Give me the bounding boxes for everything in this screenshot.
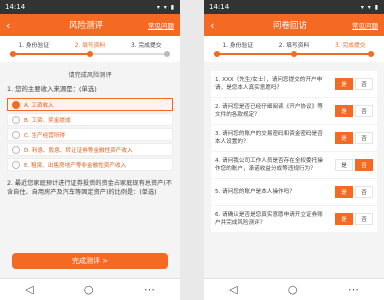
yes-button[interactable]: 是 (335, 105, 353, 117)
home-nav-icon[interactable]: ○ (288, 283, 298, 296)
page-title: 风险测评 (68, 21, 103, 31)
yes-button[interactable]: 是 (335, 213, 353, 225)
risk-assessment-content: 请完成风险测评 1. 您的主要收入来源是：(单选) A. 工资收入 B. 工资、… (0, 62, 180, 203)
back-arrow-icon[interactable]: ‹ (6, 19, 24, 32)
no-button[interactable]: 否 (355, 132, 373, 144)
radio-icon (12, 115, 20, 124)
step-1-dot (10, 51, 16, 57)
step-indicator: 1. 身份验证 2. 填写资料 3. 完成提交 (204, 36, 384, 62)
title-bar: ‹ 风险测评 常见问题 (0, 14, 180, 36)
radio-icon (12, 100, 20, 109)
faq-link[interactable]: 常见问题 (148, 20, 174, 30)
question-2: 2. 最近您家庭预计进行证券投资的资金占家庭现有总资产(不含自住、自用房产及汽车… (7, 180, 172, 196)
progress-fill (10, 53, 90, 55)
question-row-6: 6. 请确认是否是您真实意愿申请开立证券账户并完成风险测评？ 是 否 (211, 206, 377, 232)
question-row-4: 4. 请问我公司工作人员是否存在全权委托操作您的账户，承诺收益分成等违规行为？ … (211, 152, 377, 178)
question-text: 3. 请问您的账户的交易密码和资金密码是否本人设置的？ (215, 131, 323, 145)
questionnaire-list: 1. XXX（先生/女士），请问您提交的开户申请，是您本人真实意愿吗？ 是 否 … (204, 64, 384, 239)
option-d[interactable]: D. 利息、股息、转让证券等金融性资产收入 (7, 143, 173, 156)
option-c[interactable]: C. 生产经营所得 (7, 128, 173, 141)
status-bar: 14:14 ▾ ▾ ▮ (0, 0, 180, 14)
no-button[interactable]: 否 (355, 105, 373, 117)
question-row-3: 3. 请问您的账户的交易密码和资金密码是否本人设置的？ 是 否 (211, 125, 377, 151)
system-nav-bar: ◁ ○ ⋯ (204, 278, 384, 300)
question-text: 4. 请问我公司工作人员是否存在全权委托操作您的账户，承诺收益分成等违规行为？ (215, 158, 323, 172)
status-time: 14:14 (5, 3, 26, 11)
step-2-dot (291, 51, 297, 57)
step-1-dot (214, 51, 220, 57)
radio-icon (12, 130, 20, 139)
question-text: 6. 请确认是否是您真实意愿申请开立证券账户并完成风险测评？ (215, 212, 323, 226)
progress-track (10, 51, 170, 57)
yes-button[interactable]: 是 (335, 132, 353, 144)
no-button[interactable]: 否 (355, 186, 373, 198)
status-icons: ▾ ▾ ▮ (360, 3, 379, 11)
question-row-1: 1. XXX（先生/女士），请问您提交的开户申请，是您本人真实意愿吗？ 是 否 (211, 71, 377, 97)
yes-button[interactable]: 是 (335, 186, 353, 198)
option-a[interactable]: A. 工资收入 (7, 98, 173, 111)
radio-icon (12, 160, 20, 169)
left-phone-screen: 14:14 ▾ ▾ ▮ ‹ 风险测评 常见问题 1. 身份验证 2. 填写资料 … (0, 0, 180, 300)
option-b[interactable]: B. 工资、奖金提成 (7, 113, 173, 126)
system-nav-bar: ◁ ○ ⋯ (0, 278, 180, 300)
option-label: B. 工资、奖金提成 (24, 117, 71, 124)
right-phone-screen: 14:14 ▾ ▾ ▮ ‹ 问卷回访 常见问题 1. 身份验证 2. 填写资料 … (204, 0, 384, 300)
question-text: 1. XXX（先生/女士），请问您提交的开户申请，是您本人真实意愿吗？ (215, 77, 323, 91)
back-nav-icon[interactable]: ◁ (25, 283, 33, 296)
question-text: 2. 请问您是否已经仔细阅读《开户协议》等文件的各款规定？ (215, 104, 323, 118)
menu-nav-icon[interactable]: ⋯ (348, 283, 359, 296)
assessment-lead: 请完成风险测评 (68, 72, 112, 79)
yes-button[interactable]: 是 (335, 159, 353, 171)
radio-icon (12, 145, 20, 154)
question-text: 5. 请问您的账户是本人操作吗？ (215, 189, 295, 195)
back-nav-icon[interactable]: ◁ (229, 283, 237, 296)
home-nav-icon[interactable]: ○ (84, 283, 94, 296)
no-button[interactable]: 否 (355, 213, 373, 225)
complete-assessment-button[interactable]: 完成测评 > (12, 253, 168, 269)
step-3-dot (368, 51, 374, 57)
option-label: E. 租赁、出售房地产等非金融性资产收入 (24, 162, 127, 169)
question-1: 1. 您的主要收入来源是：(单选) (7, 85, 97, 93)
progress-track (214, 51, 374, 57)
status-icons: ▾ ▾ ▮ (156, 3, 175, 11)
yes-button[interactable]: 是 (335, 78, 353, 90)
option-e[interactable]: E. 租赁、出售房地产等非金融性资产收入 (7, 158, 173, 171)
no-button[interactable]: 否 (355, 78, 373, 90)
step-3-dot (164, 51, 170, 57)
question-row-2: 2. 请问您是否已经仔细阅读《开户协议》等文件的各款规定？ 是 否 (211, 98, 377, 124)
faq-link[interactable]: 常见问题 (352, 20, 378, 30)
option-label: A. 工资收入 (24, 102, 54, 109)
status-bar: 14:14 ▾ ▾ ▮ (204, 0, 384, 14)
no-button[interactable]: 否 (355, 159, 373, 171)
title-bar: ‹ 问卷回访 常见问题 (204, 14, 384, 36)
back-arrow-icon[interactable]: ‹ (210, 19, 228, 32)
question-row-5: 5. 请问您的账户是本人操作吗？ 是 否 (211, 179, 377, 205)
step-indicator: 1. 身份验证 2. 填写资料 3. 完成提交 (0, 36, 180, 62)
option-label: D. 利息、股息、转让证券等金融性资产收入 (24, 147, 133, 154)
option-label: C. 生产经营所得 (24, 132, 66, 139)
menu-nav-icon[interactable]: ⋯ (144, 283, 155, 296)
status-time: 14:14 (209, 3, 230, 11)
step-2-dot (87, 51, 93, 57)
page-title: 问卷回访 (272, 21, 307, 31)
